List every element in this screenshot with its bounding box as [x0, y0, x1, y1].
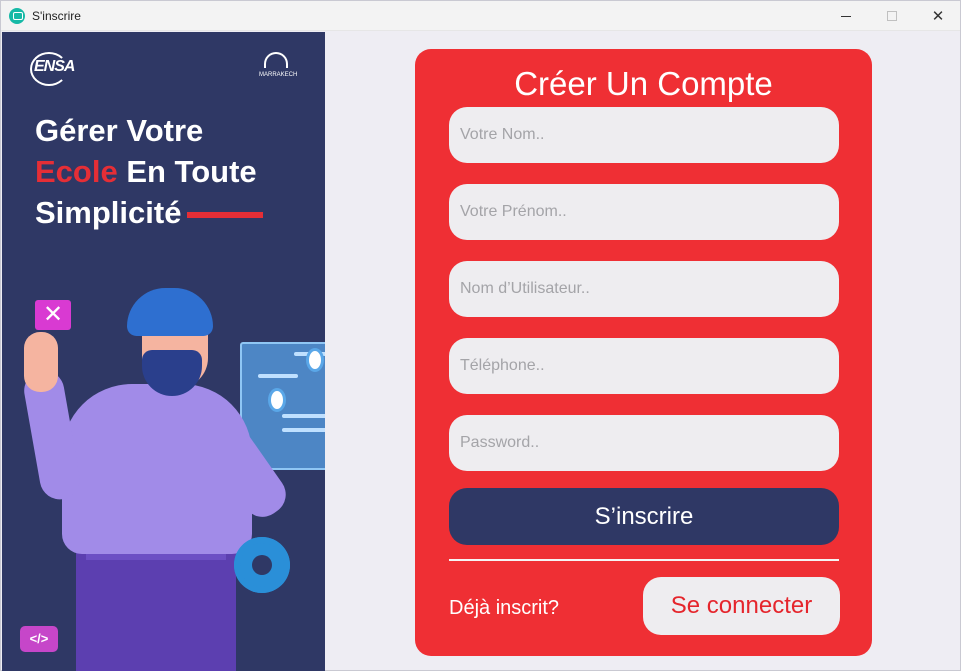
promo-headline: Gérer Votre Ecole En Toute Simplicité	[35, 110, 264, 233]
close-icon: ✕	[931, 8, 945, 25]
headline-line-3: Simplicité	[35, 192, 264, 233]
maximize-button[interactable]	[869, 4, 915, 28]
headline-line-2: Ecole En Toute	[35, 151, 263, 192]
university-logo: MARRAKECH	[259, 52, 298, 92]
divider	[449, 559, 839, 561]
promo-panel: ENSA MARRAKECH Gérer Votre Ecole En Tout…	[2, 32, 325, 671]
username-input[interactable]	[449, 261, 839, 317]
title-bar: S'inscrire ✕	[1, 1, 960, 31]
person-left-hand	[24, 332, 58, 392]
promo-illustration: ✕ </>	[2, 252, 325, 671]
close-button[interactable]: ✕	[915, 4, 961, 28]
app-window: S'inscrire ✕ ENSA MARRAKECH Gérer Votre …	[0, 0, 961, 671]
login-button[interactable]: Se connecter	[643, 577, 840, 635]
ensa-logo: ENSA	[29, 52, 75, 86]
prenom-input[interactable]	[449, 184, 839, 240]
minimize-button[interactable]	[823, 4, 869, 28]
minimize-icon	[841, 15, 851, 17]
university-arch-icon	[264, 52, 288, 68]
university-logo-text: MARRAKECH	[259, 72, 298, 78]
headline-line-1: Gérer Votre	[35, 113, 204, 148]
maximize-icon	[887, 11, 897, 21]
form-title: Créer Un Compte	[514, 65, 773, 102]
telephone-input[interactable]	[449, 338, 839, 394]
headline-highlight: Ecole	[35, 154, 118, 189]
window-title: S'inscrire	[32, 9, 81, 23]
headline-line-3-text: Simplicité	[35, 195, 182, 230]
already-registered-label: Déjà inscrit?	[449, 597, 560, 619]
signup-card: Créer Un Compte S’inscrire Déjà inscrit?…	[415, 49, 872, 656]
app-logo-icon	[9, 8, 25, 24]
person-torso	[62, 384, 252, 554]
signup-button[interactable]: S’inscrire	[449, 488, 839, 545]
password-input[interactable]	[449, 415, 839, 471]
nom-input[interactable]	[449, 107, 839, 163]
close-x-icon: ✕	[35, 300, 71, 330]
person-hair	[127, 288, 213, 336]
code-icon: </>	[20, 626, 58, 652]
person-legs	[76, 544, 236, 671]
gear-icon	[234, 537, 290, 593]
headline-line-2-rest: En Toute	[117, 154, 257, 189]
headline-underline	[187, 211, 264, 218]
